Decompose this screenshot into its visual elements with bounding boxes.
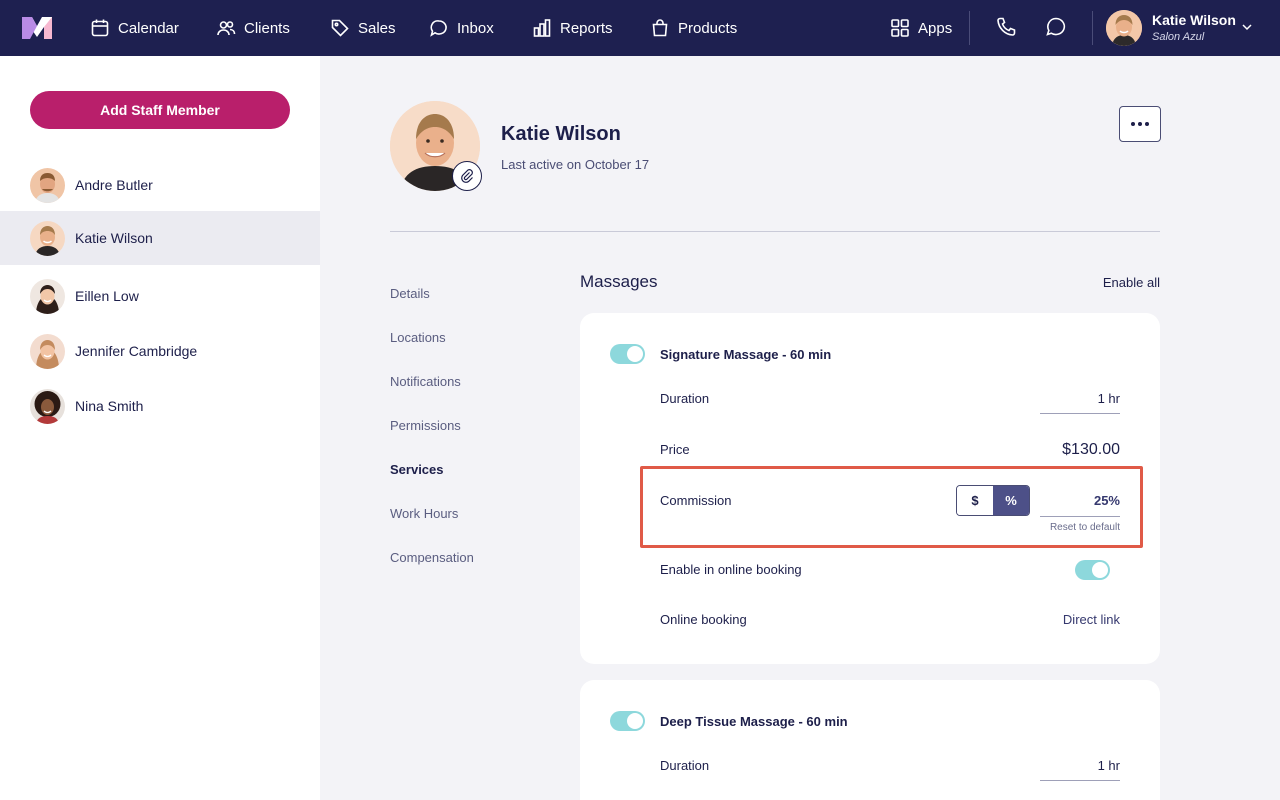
duration-underline [1040, 413, 1120, 414]
last-active-text: Last active on October 17 [501, 157, 650, 172]
phone-icon [997, 17, 1016, 36]
staff-name: Katie Wilson [75, 230, 153, 246]
service-toggle[interactable] [610, 711, 645, 731]
duration-label: Duration [660, 391, 710, 406]
duration-input[interactable]: 1 hr [1098, 391, 1120, 406]
subnav-work-hours[interactable]: Work Hours [390, 506, 458, 521]
service-card: Deep Tissue Massage - 60 min Duration 1 … [580, 680, 1160, 800]
more-dots-icon [1138, 122, 1142, 126]
tag-icon [331, 19, 349, 37]
avatar [30, 278, 65, 314]
nav-divider [969, 11, 970, 45]
subnav-compensation[interactable]: Compensation [390, 550, 474, 565]
edit-photo-button[interactable] [452, 161, 482, 191]
header-divider [390, 231, 1160, 232]
staff-name: Nina Smith [75, 398, 144, 414]
subnav-locations[interactable]: Locations [390, 330, 446, 345]
service-toggle[interactable] [610, 344, 645, 364]
duration-underline [1040, 780, 1120, 781]
calendar-icon [91, 19, 109, 37]
toggle-knob [627, 346, 643, 362]
commission-highlight-box [640, 466, 1143, 548]
avatar [30, 220, 65, 256]
nav-label: Apps [918, 19, 953, 37]
online-booking-label: Enable in online booking [660, 562, 802, 577]
toggle-knob [1092, 562, 1108, 578]
service-title: Deep Tissue Massage - 60 min [660, 714, 848, 729]
staff-name: Andre Butler [75, 177, 153, 193]
nav-label: Reports [560, 19, 613, 37]
subnav-services[interactable]: Services [390, 462, 444, 477]
duration-label: Duration [660, 758, 710, 773]
section-title: Massages [580, 272, 658, 291]
messages-button[interactable] [1045, 16, 1069, 40]
app-logo[interactable] [22, 17, 52, 39]
user-name[interactable]: Katie Wilson [1152, 12, 1236, 28]
nav-label: Sales [358, 19, 396, 37]
nav-reports[interactable]: Reports [532, 0, 613, 56]
nav-sales[interactable]: Sales [330, 0, 396, 56]
bar-chart-icon [533, 19, 551, 37]
add-staff-button[interactable]: Add Staff Member [30, 91, 290, 129]
more-options-button[interactable] [1119, 106, 1161, 142]
avatar [30, 167, 65, 203]
nav-clients[interactable]: Clients [216, 0, 290, 56]
staff-name: Eillen Low [75, 288, 139, 304]
staff-sidebar: Add Staff Member Andre Butler Katie Wils… [0, 56, 320, 800]
chevron-down-icon[interactable] [1240, 20, 1254, 34]
apps-grid-icon [891, 19, 909, 37]
bag-icon [652, 19, 668, 37]
staff-item-nina-smith[interactable]: Nina Smith [0, 379, 320, 433]
nav-label: Calendar [118, 19, 179, 37]
top-nav: Calendar Clients Sales Inbox Reports Pro… [0, 0, 1280, 56]
enable-all-link[interactable]: Enable all [1103, 275, 1160, 290]
staff-name: Jennifer Cambridge [75, 343, 198, 359]
nav-inbox[interactable]: Inbox [429, 0, 494, 56]
staff-item-katie-wilson[interactable]: Katie Wilson [0, 211, 320, 265]
avatar [30, 333, 65, 369]
user-avatar[interactable] [1106, 10, 1142, 46]
more-dots-icon [1145, 122, 1149, 126]
phone-button[interactable] [995, 16, 1019, 40]
booking-link-label: Online booking [660, 612, 747, 627]
users-icon [217, 21, 236, 36]
more-dots-icon [1131, 122, 1135, 126]
online-booking-toggle[interactable] [1075, 560, 1110, 580]
subnav-details[interactable]: Details [390, 286, 430, 301]
price-value: $130.00 [1062, 441, 1120, 458]
subnav-notifications[interactable]: Notifications [390, 374, 461, 389]
service-title: Signature Massage - 60 min [660, 347, 832, 362]
duration-input[interactable]: 1 hr [1098, 758, 1120, 773]
subnav-permissions[interactable]: Permissions [390, 418, 461, 433]
nav-products[interactable]: Products [650, 0, 737, 56]
direct-link[interactable]: Direct link [1063, 612, 1120, 627]
nav-label: Products [678, 19, 738, 37]
staff-item-jennifer-cambridge[interactable]: Jennifer Cambridge [0, 324, 320, 378]
toggle-knob [627, 713, 643, 729]
profile-name: Katie Wilson [501, 123, 621, 145]
staff-item-eillen-low[interactable]: Eillen Low [0, 269, 320, 323]
message-bubble-icon [1046, 17, 1066, 36]
avatar [30, 388, 65, 424]
chat-icon [430, 20, 447, 37]
nav-calendar[interactable]: Calendar [90, 0, 179, 56]
staff-item-andre-butler[interactable]: Andre Butler [0, 158, 320, 212]
price-label: Price [660, 442, 690, 457]
nav-apps[interactable]: Apps [890, 0, 952, 56]
user-salon: Salon Azul [1152, 31, 1205, 43]
nav-divider [1092, 11, 1093, 45]
nav-label: Inbox [457, 19, 494, 37]
nav-label: Clients [244, 19, 290, 37]
paperclip-icon [461, 169, 473, 183]
